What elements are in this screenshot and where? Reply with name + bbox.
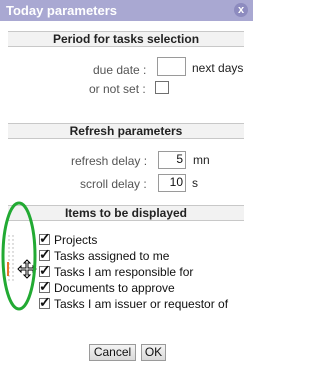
display-item-responsible[interactable]: ✓ Tasks I am responsible for <box>39 262 239 279</box>
not-set-label: or not set : <box>89 82 146 96</box>
due-date-label: due date : <box>93 63 147 77</box>
refresh-delay-label: refresh delay : <box>71 154 148 168</box>
dialog-title: Today parameters <box>6 3 118 18</box>
item-label: Tasks I am issuer or requestor of <box>54 297 229 311</box>
due-date-input[interactable] <box>157 57 186 76</box>
item-label: Tasks I am responsible for <box>54 265 194 279</box>
item-label: Tasks assigned to me <box>54 249 170 263</box>
checkmark-icon: ✓ <box>39 230 51 246</box>
due-date-unit: next days <box>192 61 244 75</box>
scroll-delay-label: scroll delay : <box>80 177 147 191</box>
refresh-section-heading: Refresh parameters <box>8 123 244 139</box>
ok-button[interactable]: OK <box>141 344 166 361</box>
checkmark-icon: ✓ <box>39 262 51 278</box>
checkmark-icon: ✓ <box>39 278 51 294</box>
refresh-delay-input[interactable]: 5 <box>158 151 186 169</box>
refresh-delay-unit: mn <box>193 153 210 167</box>
checkmark-icon: ✓ <box>39 294 51 310</box>
annotation-oval <box>1 201 37 311</box>
scroll-delay-unit: s <box>192 176 198 190</box>
display-item-issuer[interactable]: ✓ Tasks I am issuer or requestor of <box>39 294 244 311</box>
display-item-documents[interactable]: ✓ Documents to approve <box>39 278 239 295</box>
item-label: Projects <box>54 233 98 247</box>
checkmark-icon: ✓ <box>39 246 51 262</box>
close-icon[interactable]: x <box>234 3 248 17</box>
item-label: Documents to approve <box>54 281 175 295</box>
display-section-heading: Items to be displayed <box>8 205 244 221</box>
period-section-heading: Period for tasks selection <box>8 31 244 47</box>
scroll-delay-input[interactable]: 10 <box>158 174 186 192</box>
display-item-projects[interactable]: ✓ Projects <box>39 230 239 247</box>
dialog-titlebar[interactable]: Today parameters x <box>0 0 253 21</box>
not-set-checkbox[interactable] <box>155 81 169 94</box>
display-item-assigned[interactable]: ✓ Tasks assigned to me <box>39 246 239 263</box>
cancel-button[interactable]: Cancel <box>89 344 136 361</box>
